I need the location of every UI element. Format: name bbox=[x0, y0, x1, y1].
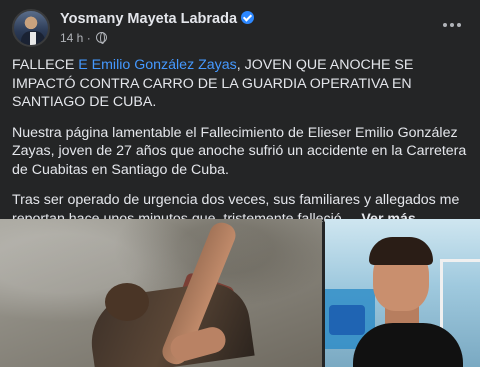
avatar-shirt bbox=[30, 32, 36, 45]
post-text: FALLECE E Emilio González Zayas, JOVEN Q… bbox=[12, 56, 470, 240]
post-photos bbox=[0, 219, 480, 367]
post-header: Yosmany Mayeta Labrada 14 h · bbox=[12, 9, 468, 49]
post-paragraph-2: Nuestra página lamentable el Fallecimien… bbox=[12, 124, 467, 178]
post-time[interactable]: 14 h bbox=[60, 31, 83, 45]
globe-icon bbox=[96, 32, 108, 44]
post-headline: FALLECE E Emilio González Zayas, JOVEN Q… bbox=[12, 57, 414, 110]
author-name-row[interactable]: Yosmany Mayeta Labrada bbox=[60, 11, 255, 27]
verified-badge-icon bbox=[241, 11, 255, 24]
more-options-icon[interactable] bbox=[440, 13, 464, 37]
author-name[interactable]: Yosmany Mayeta Labrada bbox=[60, 11, 237, 27]
facebook-post: Yosmany Mayeta Labrada 14 h · FALLECE E … bbox=[0, 0, 480, 367]
mention-link[interactable]: E Emilio González Zayas bbox=[78, 57, 237, 73]
post-meta: 14 h · bbox=[60, 31, 108, 45]
accident-photo[interactable] bbox=[0, 219, 322, 367]
author-avatar[interactable] bbox=[12, 9, 50, 47]
portrait-photo[interactable] bbox=[325, 219, 480, 367]
